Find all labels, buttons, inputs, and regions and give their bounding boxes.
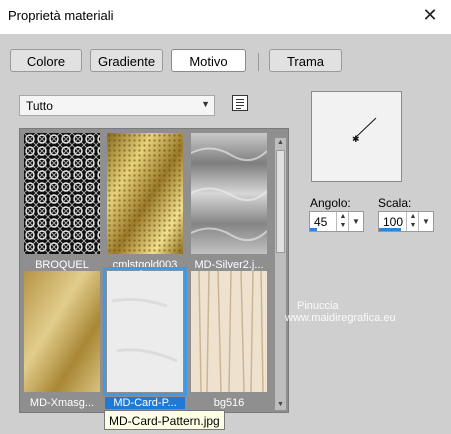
dropdown-arrow-icon: ▼ [201, 99, 210, 109]
tab-trama[interactable]: Trama [269, 49, 342, 72]
scroll-up-icon[interactable]: ▲ [275, 138, 286, 148]
gold-dots-thumbnail [107, 133, 183, 254]
watermark: Pinuccia www.maidiregrafica.eu [285, 300, 396, 324]
pattern-preview[interactable]: ✱ [311, 91, 402, 182]
angle-spinbox[interactable]: 45 ▲ ▼ ▼ [309, 211, 364, 232]
angle-level-bar [310, 228, 317, 231]
pattern-tooltip: MD-Card-Pattern.jpg [104, 410, 225, 430]
grid-scrollbar[interactable]: ▲ ▼ [275, 138, 286, 410]
scale-dropdown-icon[interactable]: ▼ [418, 212, 433, 231]
category-dropdown[interactable]: Tutto ▼ [19, 95, 215, 116]
wood-thumbnail [191, 271, 267, 392]
pattern-label: bg516 [213, 397, 245, 409]
pattern-label: MD-Xmasg... [29, 397, 95, 409]
angle-label: Angolo: [310, 196, 351, 210]
card-pattern-thumbnail [107, 271, 183, 392]
tab-separator [258, 53, 259, 71]
pattern-label: MD-Card-P... [105, 397, 185, 409]
list-view-icon[interactable] [232, 95, 248, 111]
pivot-icon: ✱ [352, 135, 360, 145]
pattern-item-broquel[interactable]: BROQUEL [22, 131, 102, 271]
pattern-item-md-silver2[interactable]: MD-Silver2.j... [189, 131, 269, 271]
broquel-thumbnail [24, 133, 100, 254]
scale-label: Scala: [378, 196, 412, 210]
category-value: Tutto [26, 99, 53, 113]
scale-value: 100 [383, 215, 404, 229]
watermark-site: www.maidiregrafica.eu [285, 312, 396, 324]
scale-spinbox[interactable]: 100 ▲ ▼ ▼ [378, 211, 434, 232]
title-bar: Proprietà materiali ✕ [0, 0, 451, 34]
window-title: Proprietà materiali [8, 8, 114, 23]
gold-xmas-thumbnail [24, 271, 100, 392]
scroll-down-icon[interactable]: ▼ [275, 400, 286, 410]
angle-indicator: ✱ [312, 92, 401, 181]
pattern-item-bg516[interactable]: bg516 [189, 269, 269, 409]
silver-thumbnail [191, 133, 267, 254]
tab-gradiente[interactable]: Gradiente [90, 49, 163, 72]
angle-value: 45 [314, 215, 328, 229]
close-icon[interactable]: ✕ [419, 4, 441, 26]
pattern-item-md-card-pattern[interactable]: MD-Card-P... [103, 267, 187, 409]
watermark-author: Pinuccia [297, 300, 339, 312]
scale-level-bar [379, 228, 401, 231]
tab-motivo[interactable]: Motivo [171, 49, 246, 72]
scroll-thumb[interactable] [276, 150, 285, 253]
tab-colore[interactable]: Colore [10, 49, 82, 72]
pattern-item-md-xmasg[interactable]: MD-Xmasg... [22, 269, 102, 409]
pattern-item-cmlstgold003[interactable]: cmlstgold003 [105, 131, 185, 271]
angle-dropdown-icon[interactable]: ▼ [348, 212, 363, 231]
